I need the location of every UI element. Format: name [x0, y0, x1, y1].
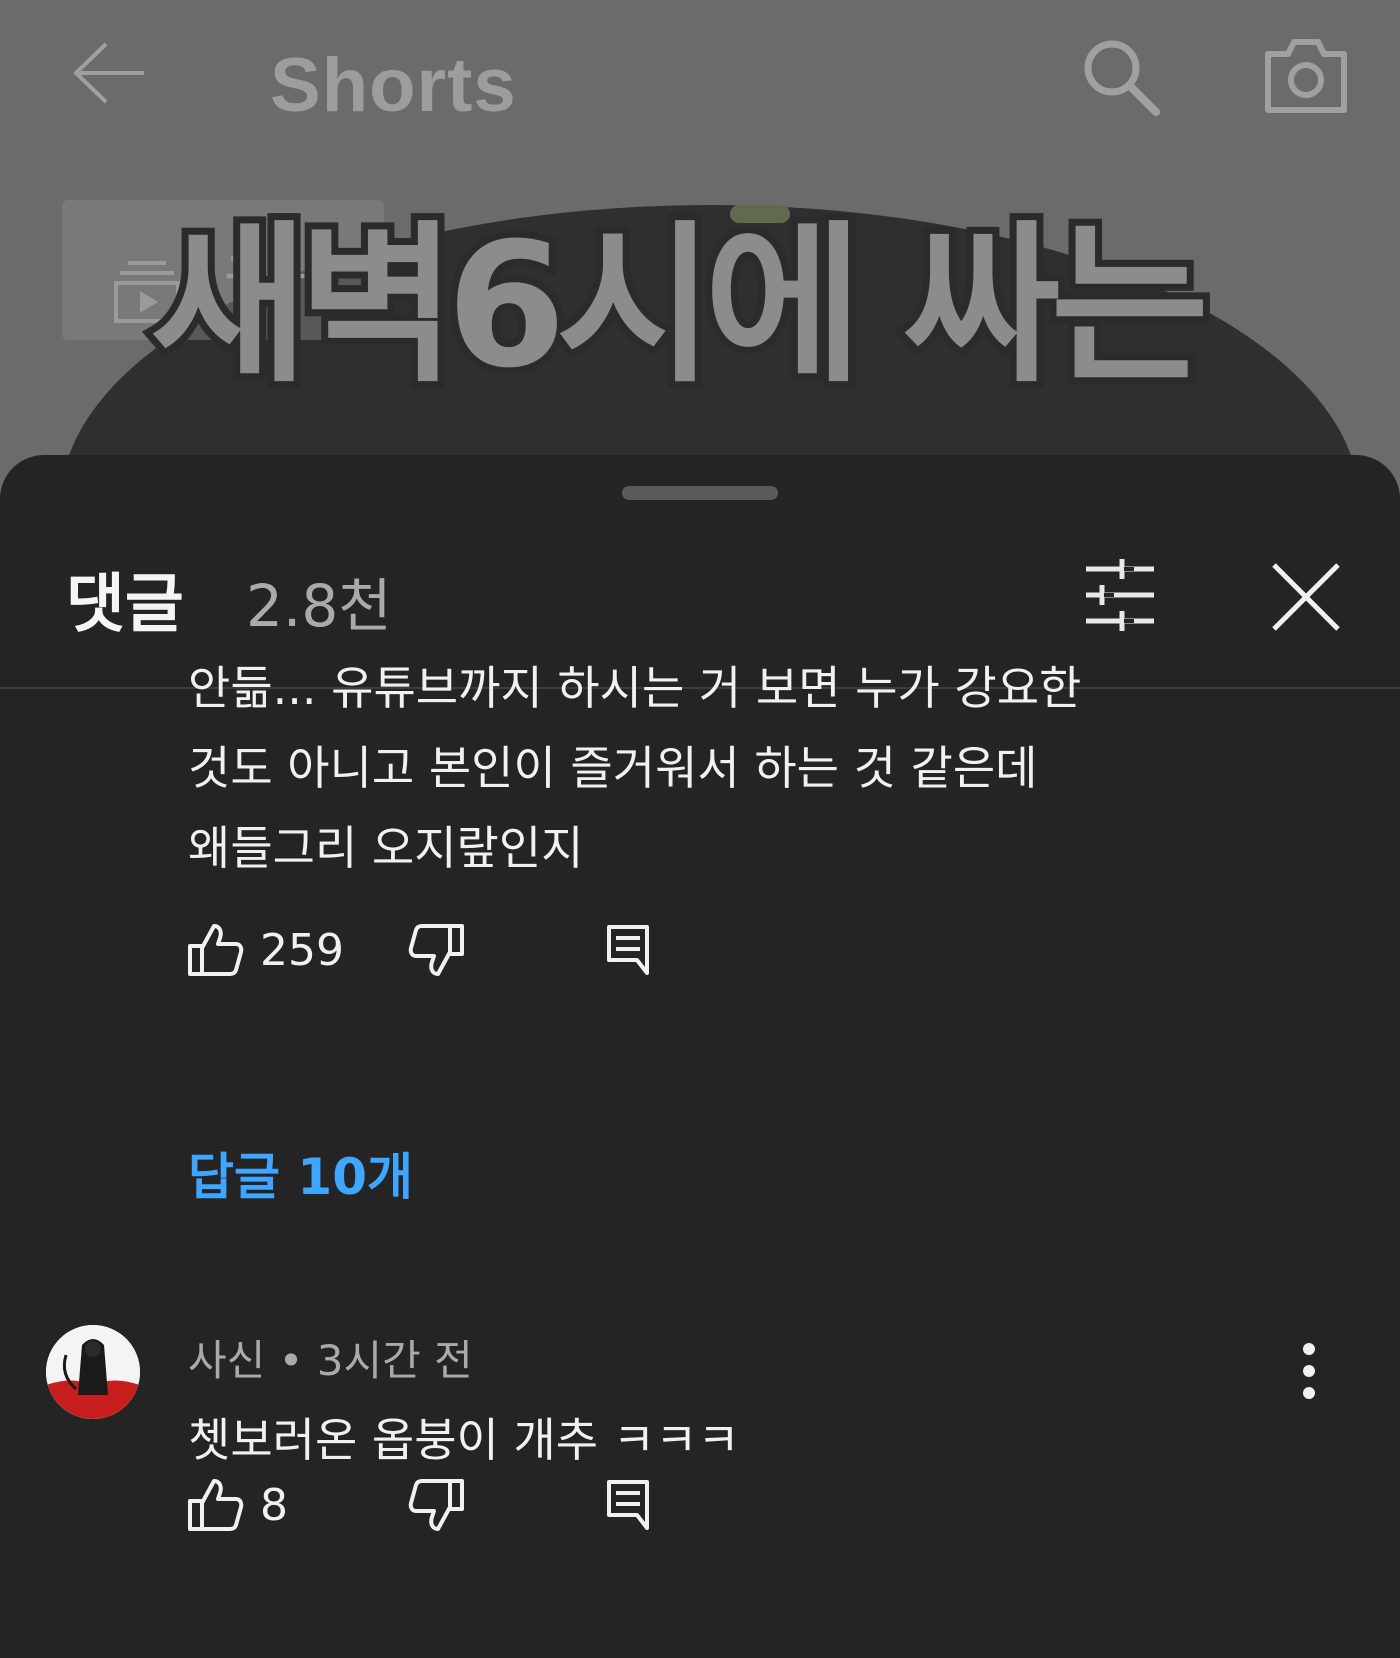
close-icon[interactable]: [1268, 559, 1344, 635]
comment-1-dislike-button[interactable]: [408, 915, 466, 985]
comment-2-dislike-button[interactable]: [408, 1470, 466, 1540]
comment-2-meta: 사신 • 3시간 전: [188, 1327, 473, 1388]
meta-separator: •: [278, 1336, 304, 1385]
comments-count: 2.8천: [246, 572, 392, 640]
search-icon[interactable]: [1080, 36, 1162, 118]
comment-2-like-count: 8: [260, 1479, 288, 1531]
comment-1-line-1: 안듦... 유튜브까지 하시는 거 보면 누가 강요한: [188, 661, 1082, 715]
drag-handle[interactable]: [622, 486, 778, 500]
reply-icon: [607, 925, 649, 975]
comment-1-text: 안듦... 유튜브까지 하시는 거 보면 누가 강요한 것도 아니고 본인이 즐…: [188, 648, 1288, 888]
comment-2-line-1: 쳇보러온 옵붕이 개추 ㅋㅋㅋ: [188, 1413, 740, 1467]
comment-1-line-3: 왜들그리 오지랖인지: [188, 821, 584, 875]
comments-title: 댓글: [66, 568, 184, 642]
avatar-image: [46, 1325, 140, 1419]
comments-sheet: 댓글 2.8천 안듦... 유튜브까지 하시는 거 보면 누가 강요한 것도 아…: [0, 455, 1400, 1658]
comment-1-line-2: 것도 아니고 본인이 즐거워서 하는 것 같은데: [188, 741, 1038, 795]
camera-icon[interactable]: [1262, 36, 1350, 116]
back-arrow-icon[interactable]: [70, 38, 150, 108]
thumbs-up-icon: [188, 924, 244, 976]
thumbs-down-icon: [408, 924, 464, 976]
comment-1-replies-link[interactable]: 답글 10개: [188, 1137, 413, 1209]
comment-1-like-button[interactable]: 259: [186, 915, 344, 985]
avatar[interactable]: [46, 1325, 140, 1419]
video-player[interactable]: 구독 새벽6시에 싸는 Shorts: [0, 0, 1400, 520]
comment-2-text: 쳇보러온 옵붕이 개추 ㅋㅋㅋ: [188, 1400, 1288, 1480]
comment-2-reply-button[interactable]: [606, 1470, 650, 1540]
comment-2-author[interactable]: 사신: [188, 1336, 265, 1385]
comment-2-like-button[interactable]: 8: [186, 1470, 288, 1540]
comment-1-like-count: 259: [260, 924, 344, 976]
reply-icon: [607, 1480, 649, 1530]
video-caption-line-1: 새벽6시에 싸는: [143, 205, 1216, 406]
comment-2-time: 3시간 전: [316, 1336, 473, 1385]
thumbs-down-icon: [408, 1479, 464, 1531]
thumbs-up-icon: [188, 1479, 244, 1531]
more-vertical-icon[interactable]: [1284, 1335, 1334, 1431]
filter-icon[interactable]: [1080, 555, 1160, 635]
comment-1-reply-button[interactable]: [606, 915, 650, 985]
page-title: Shorts: [270, 43, 517, 128]
